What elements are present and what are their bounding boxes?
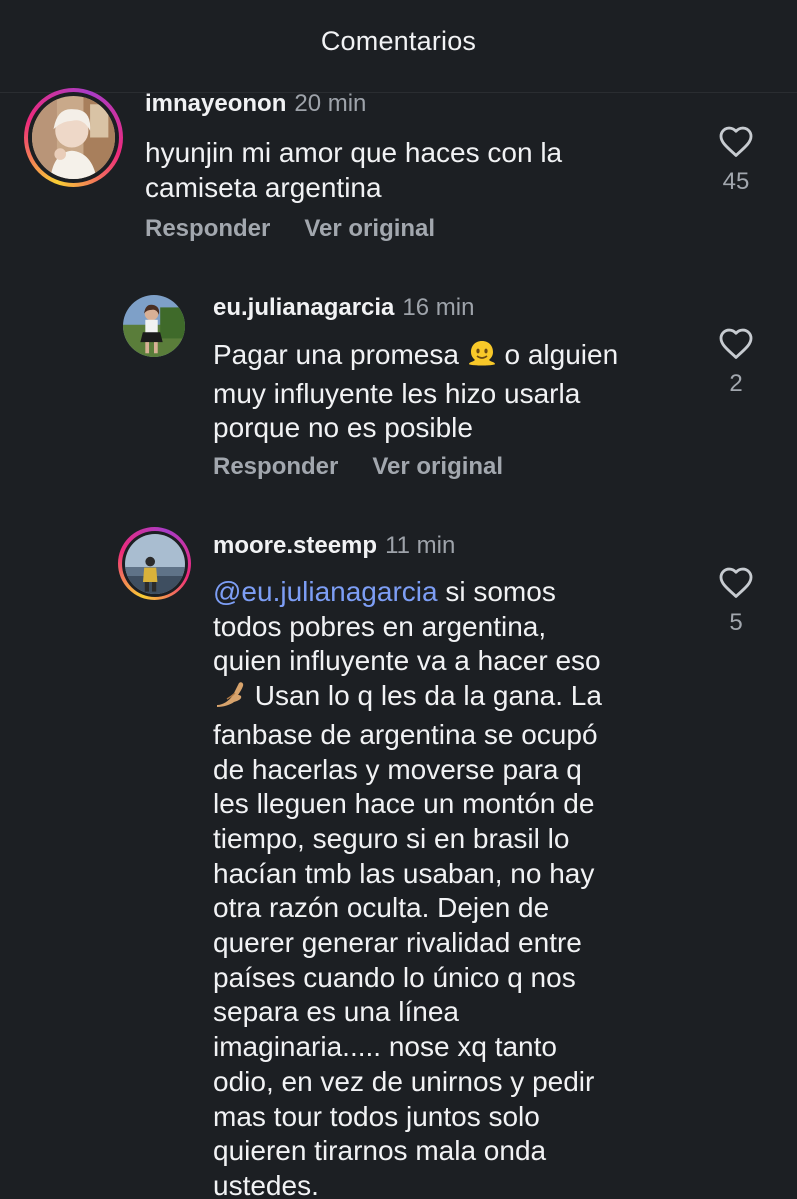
mention-link[interactable]: @eu.julianagarcia (213, 576, 438, 607)
story-ring[interactable] (118, 527, 191, 600)
like-control: 45 (716, 124, 756, 196)
heart-icon[interactable] (718, 124, 754, 158)
comment-text: hyunjin mi amor que haces con la camiset… (145, 137, 563, 203)
comment-time: 11 min (385, 532, 456, 559)
comment-text: Pagar una promesa o alguien muy influyen… (213, 338, 619, 444)
comments-header: Comentarios (0, 0, 797, 93)
see-original-button[interactable]: Ver original (372, 453, 503, 480)
like-control: 2 (716, 326, 756, 398)
pinched-fingers-emoji (213, 679, 247, 718)
avatar[interactable] (32, 96, 115, 179)
melting-face-emoji (467, 338, 497, 377)
reply-button[interactable]: Responder (145, 215, 270, 242)
avatar[interactable] (124, 533, 185, 594)
like-count: 2 (729, 370, 743, 397)
username[interactable]: eu.julianagarcia (213, 294, 394, 321)
see-original-button[interactable]: Ver original (304, 215, 435, 242)
comment-text: @eu.julianagarcia si somos todos pobres … (213, 576, 602, 1199)
username[interactable]: moore.steemp (213, 532, 377, 559)
avatar[interactable] (123, 295, 185, 357)
comment-time: 20 min (294, 90, 367, 117)
comment-time: 16 min (402, 294, 475, 321)
reply-button[interactable]: Responder (213, 453, 338, 480)
like-control: 5 (716, 565, 756, 637)
heart-icon[interactable] (718, 565, 754, 599)
like-count: 5 (729, 609, 743, 636)
story-ring[interactable] (24, 88, 123, 187)
comments-screen: Comentarios imnayeonon 20 min hyunjin mi… (0, 0, 797, 1199)
page-title: Comentarios (320, 26, 477, 56)
username[interactable]: imnayeonon (145, 90, 286, 117)
like-count: 45 (722, 168, 750, 195)
heart-icon[interactable] (718, 326, 754, 360)
